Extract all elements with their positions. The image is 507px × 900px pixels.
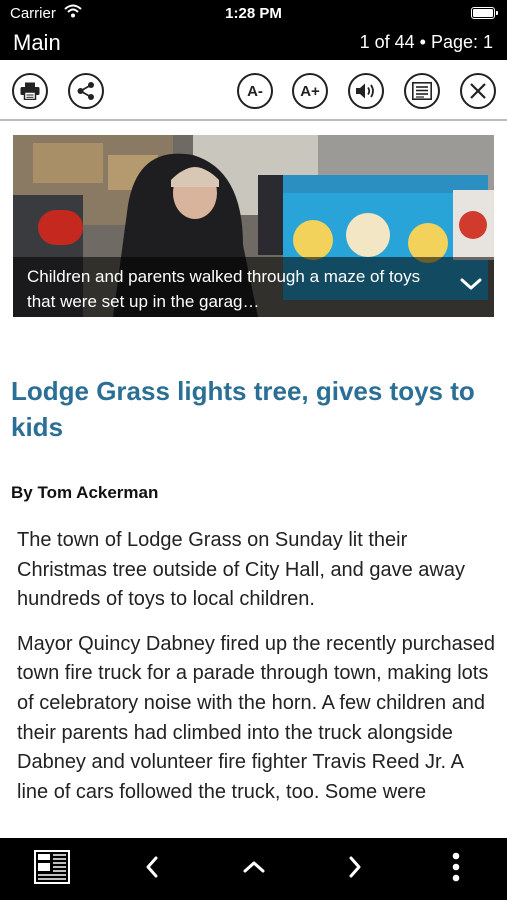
share-button[interactable] — [68, 73, 104, 109]
status-bar: Carrier 1:28 PM — [0, 0, 507, 28]
more-vertical-icon — [452, 852, 460, 887]
more-options-button[interactable] — [436, 850, 476, 888]
previous-article-button[interactable] — [132, 850, 172, 888]
caption-text: Children and parents walked through a ma… — [27, 267, 421, 311]
increase-font-label: A+ — [300, 82, 320, 100]
newspaper-icon — [34, 849, 70, 889]
share-icon — [76, 81, 96, 101]
page-view-button[interactable] — [32, 849, 72, 889]
page-indicator: 1 of 44 • Page: 1 — [359, 32, 493, 52]
bottom-nav-bar — [0, 838, 507, 900]
decrease-font-button[interactable]: A- — [237, 73, 273, 109]
next-article-button[interactable] — [335, 850, 375, 888]
nav-bar: Main 1 of 44 • Page: 1 — [0, 28, 507, 60]
printer-icon — [20, 82, 40, 100]
article-view-icon — [412, 82, 432, 100]
article-byline: By Tom Ackerman — [11, 483, 159, 502]
hero-image[interactable]: Children and parents walked through a ma… — [13, 135, 494, 317]
increase-font-button[interactable]: A+ — [292, 73, 328, 109]
article-toolbar: A- A+ — [0, 60, 507, 121]
article-view-button[interactable] — [404, 73, 440, 109]
scroll-top-button[interactable] — [234, 850, 274, 888]
battery-icon — [471, 7, 498, 19]
speaker-icon — [355, 82, 377, 100]
decrease-font-label: A- — [247, 82, 263, 100]
chevron-down-icon[interactable] — [460, 277, 482, 296]
nav-title[interactable]: Main — [13, 30, 61, 56]
close-button[interactable] — [460, 73, 496, 109]
chevron-right-icon — [348, 856, 362, 883]
article-paragraph: Mayor Quincy Dabney fired up the recentl… — [17, 632, 496, 803]
print-button[interactable] — [12, 73, 48, 109]
image-caption: Children and parents walked through a ma… — [13, 257, 494, 317]
clock: 1:28 PM — [225, 5, 282, 22]
read-aloud-button[interactable] — [348, 73, 384, 109]
article-paragraph: The town of Lodge Grass on Sunday lit th… — [17, 529, 465, 611]
close-icon — [469, 82, 487, 100]
article-headline: Lodge Grass lights tree, gives toys to k… — [11, 376, 475, 442]
article-body: The town of Lodge Grass on Sunday lit th… — [17, 526, 497, 822]
chevron-left-icon — [145, 856, 159, 883]
chevron-up-icon — [243, 860, 265, 879]
